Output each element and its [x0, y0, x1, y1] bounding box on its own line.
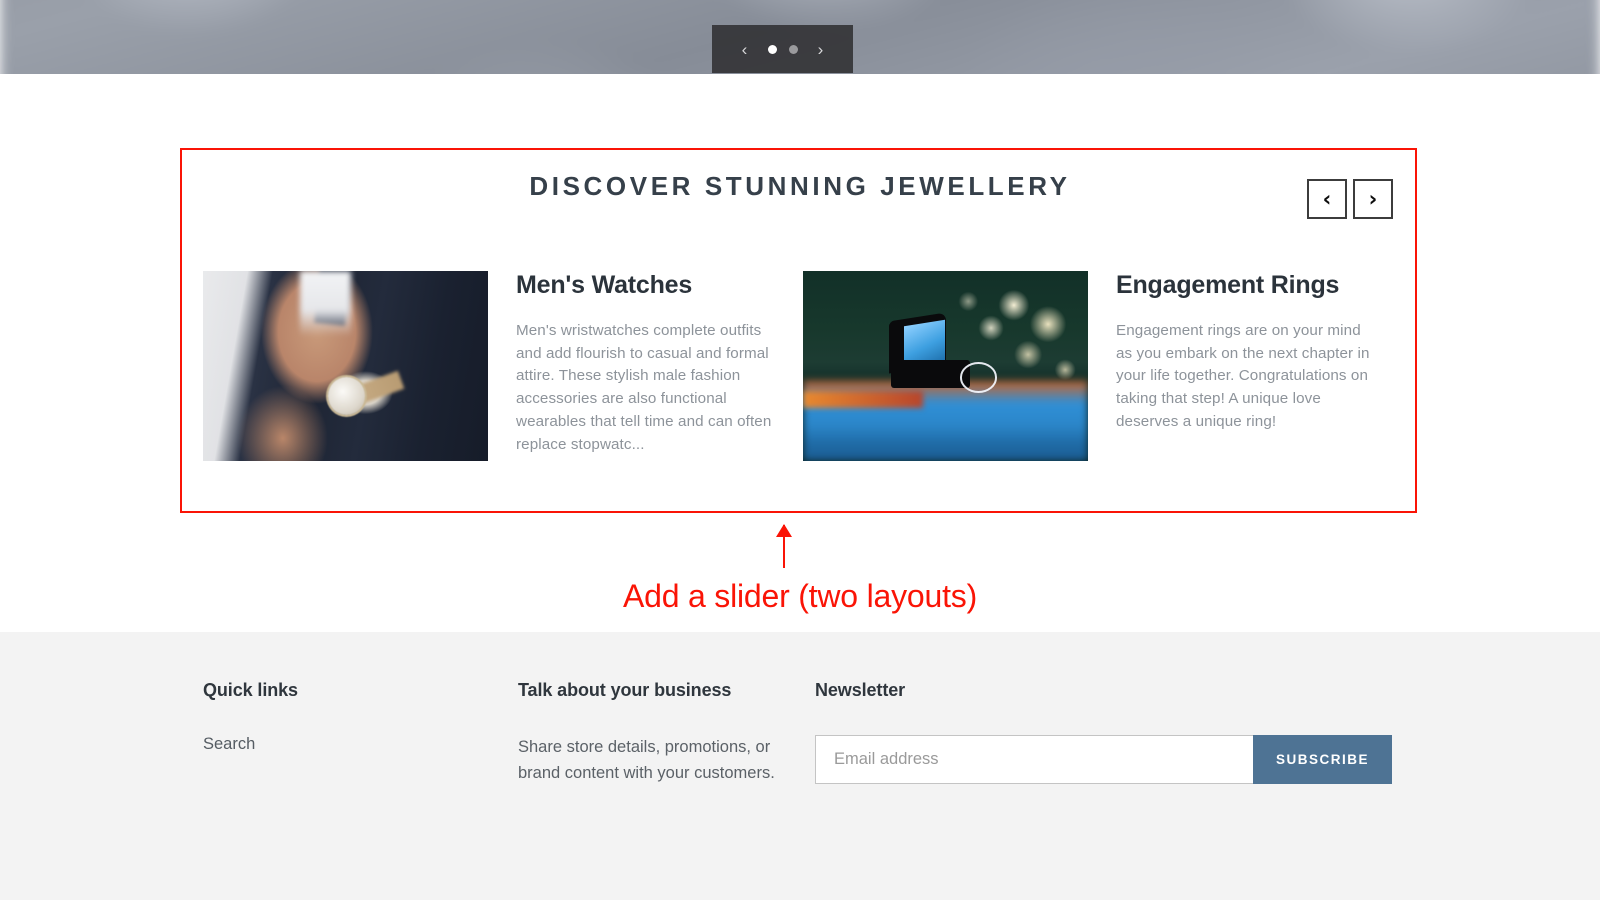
card-text-block: Men's Watches Men's wristwatches complet… [488, 271, 775, 461]
page-root: ‹ › DISCOVER STUNNING JEWELLERY ‹ › Men'… [0, 0, 1600, 900]
newsletter-email-input[interactable] [815, 735, 1253, 784]
hero-banner: ‹ › [0, 0, 1600, 74]
slide-card[interactable]: Engagement Rings Engagement rings are on… [803, 271, 1403, 461]
site-footer: Quick links Search Talk about your busin… [0, 632, 1600, 900]
newsletter-subscribe-button[interactable]: SUBSCRIBE [1253, 735, 1392, 784]
card-description: Engagement rings are on your mind as you… [1116, 321, 1370, 430]
decor-tie [314, 271, 352, 326]
hero-slider-controls: ‹ › [712, 25, 853, 73]
hero-next-arrow-icon[interactable]: › [804, 25, 838, 73]
annotation-label: Add a slider (two layouts) [622, 578, 978, 614]
slider-next-button[interactable]: › [1353, 179, 1393, 219]
footer-column-quick-links: Quick links Search [203, 680, 483, 754]
footer-heading-business: Talk about your business [518, 680, 732, 700]
slider-prev-button[interactable]: ‹ [1307, 179, 1347, 219]
card-title: Engagement Rings [1116, 271, 1340, 299]
card-title: Men's Watches [516, 271, 693, 299]
footer-heading-quick-links: Quick links [203, 680, 298, 700]
hero-slider-dots [762, 44, 804, 54]
footer-business-text: Share store details, promotions, or bran… [518, 738, 775, 782]
footer-column-business: Talk about your business Share store det… [518, 680, 788, 786]
card-description: Men's wristwatches complete outfits and … [516, 321, 772, 453]
footer-heading-newsletter: Newsletter [815, 680, 906, 700]
annotation-arrow-icon [776, 524, 792, 568]
card-text-block: Engagement Rings Engagement rings are on… [1088, 271, 1375, 461]
hero-dot-1[interactable] [767, 44, 777, 54]
decor-watch-face [328, 377, 366, 416]
footer-column-newsletter: Newsletter SUBSCRIBE [815, 680, 1435, 784]
footer-link-search[interactable]: Search [203, 735, 255, 754]
slider-cards: Men's Watches Men's wristwatches complet… [203, 271, 1403, 461]
newsletter-form: SUBSCRIBE [815, 735, 1392, 784]
hero-prev-arrow-icon[interactable]: ‹ [728, 25, 762, 73]
slider-nav-buttons: ‹ › [1307, 179, 1393, 219]
hero-dot-2[interactable] [788, 44, 798, 54]
card-image-engagement-rings [803, 271, 1088, 461]
card-image-mens-watches [203, 271, 488, 461]
decor-ring [959, 362, 997, 393]
slide-card[interactable]: Men's Watches Men's wristwatches complet… [203, 271, 803, 461]
